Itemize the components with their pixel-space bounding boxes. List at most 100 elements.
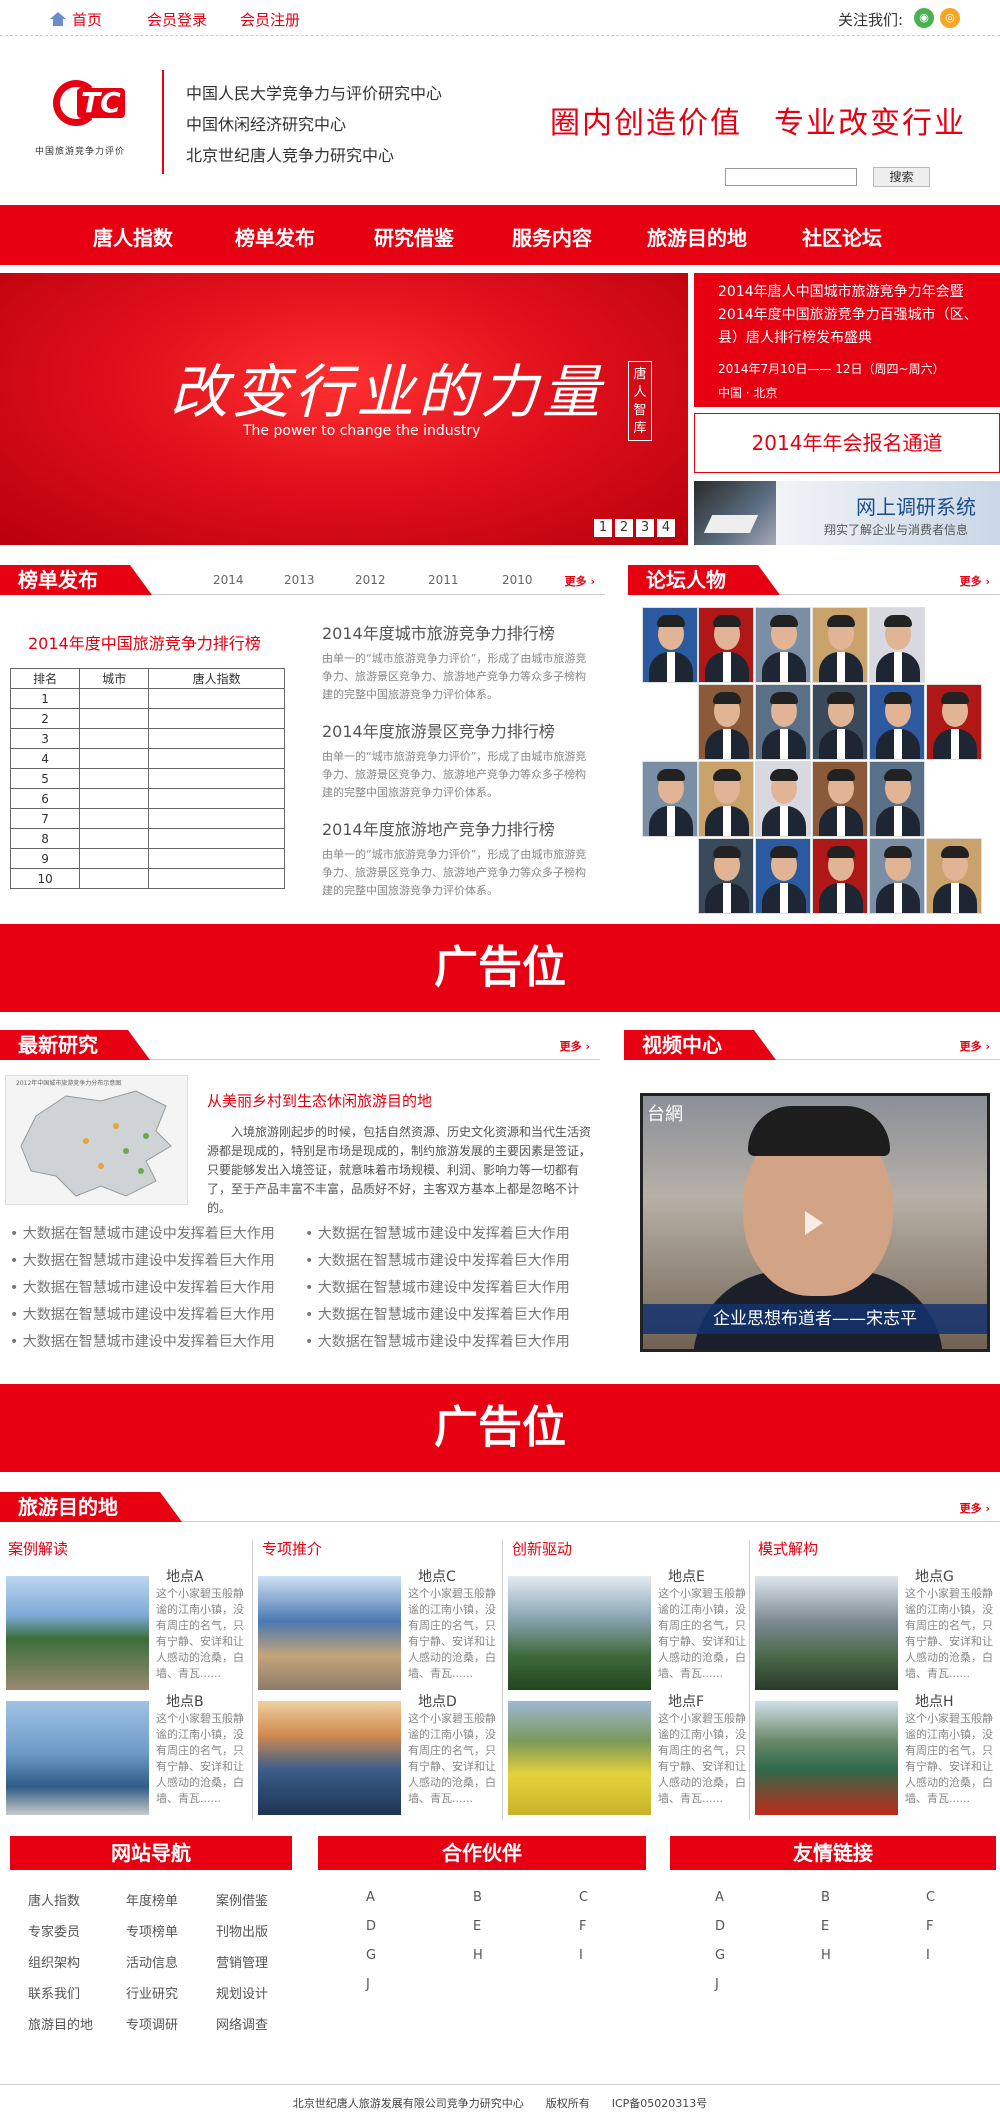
forum-person-photo[interactable] [926,684,982,760]
rankings-more-link[interactable]: 更多 › [565,573,595,589]
ranking-list-item[interactable]: 2014年度旅游地产竞争力排行榜 由单一的“城市旅游竞争力评价”，形成了由城市旅… [322,816,592,900]
site-nav-link[interactable]: 行业研究 [126,1983,178,2002]
partner-link[interactable]: H [473,1948,483,1963]
forum-person-photo[interactable] [869,607,925,683]
list-item[interactable]: • 大数据在智慧城市建设中发挥着巨大作用 [305,1275,570,1302]
partner-link[interactable]: B [473,1890,482,1905]
destination-name[interactable]: 地点A [166,1566,204,1586]
friend-link[interactable]: G [715,1948,725,1963]
destination-name[interactable]: 地点D [418,1691,457,1711]
list-item[interactable]: • 大数据在智慧城市建设中发挥着巨大作用 [10,1275,275,1302]
list-item[interactable]: • 大数据在智慧城市建设中发挥着巨大作用 [305,1302,570,1329]
partner-link[interactable]: E [473,1919,481,1934]
weibo-icon[interactable]: ◎ [940,8,960,28]
destination-photo[interactable] [508,1701,651,1815]
site-nav-link[interactable]: 专家委员 [28,1921,80,1940]
partner-link[interactable]: A [366,1890,375,1905]
wechat-icon[interactable]: ◉ [914,8,934,28]
banner-page-3[interactable]: 3 [636,519,654,537]
banner-page-4[interactable]: 4 [657,519,675,537]
friend-link[interactable]: H [821,1948,831,1963]
research-map-image[interactable]: 2012年中国城市旅游竞争力分布示意图 [5,1075,188,1205]
forum-person-photo[interactable] [642,607,698,683]
partner-link[interactable]: F [579,1919,586,1934]
destination-name[interactable]: 地点G [915,1566,954,1586]
home-link[interactable]: 首页 [50,9,102,30]
forum-person-photo[interactable] [755,607,811,683]
site-nav-link[interactable]: 唐人指数 [28,1890,80,1909]
list-item[interactable]: • 大数据在智慧城市建设中发挥着巨大作用 [10,1329,275,1356]
destination-photo[interactable] [755,1576,898,1690]
list-item[interactable]: • 大数据在智慧城市建设中发挥着巨大作用 [305,1248,570,1275]
ranking-list-title[interactable]: 2014年度旅游地产竞争力排行榜 [322,816,592,840]
destination-name[interactable]: 地点E [668,1566,705,1586]
category-model[interactable]: 模式解构 [758,1538,818,1559]
ad-banner[interactable]: 广告位 [0,924,1000,1012]
destination-name[interactable]: 地点H [915,1691,954,1711]
partner-link[interactable]: I [579,1948,583,1963]
destination-photo[interactable] [258,1576,401,1690]
forum-person-photo[interactable] [812,607,868,683]
play-icon[interactable] [805,1211,823,1235]
site-nav-link[interactable]: 刊物出版 [216,1921,268,1940]
forum-person-photo[interactable] [642,761,698,837]
nav-item-destinations[interactable]: 旅游目的地 [647,222,747,251]
site-nav-link[interactable]: 案例借鉴 [216,1890,268,1909]
forum-person-photo[interactable] [755,761,811,837]
destination-name[interactable]: 地点F [668,1691,704,1711]
ranking-list-item[interactable]: 2014年度城市旅游竞争力排行榜 由单一的“城市旅游竞争力评价”，形成了由城市旅… [322,620,592,704]
ad-banner[interactable]: 广告位 [0,1384,1000,1472]
nav-item-index[interactable]: 唐人指数 [93,222,173,251]
site-nav-link[interactable]: 营销管理 [216,1952,268,1971]
nav-item-forum[interactable]: 社区论坛 [802,222,882,251]
friend-link[interactable]: C [926,1890,935,1905]
site-nav-link[interactable]: 旅游目的地 [28,2014,93,2033]
friend-link[interactable]: I [926,1948,930,1963]
forum-person-photo[interactable] [755,838,811,914]
banner-page-1[interactable]: 1 [594,519,612,537]
friend-link[interactable]: B [821,1890,830,1905]
partner-link[interactable]: G [366,1948,376,1963]
forum-person-photo[interactable] [698,761,754,837]
site-nav-link[interactable]: 专项榜单 [126,1921,178,1940]
forum-person-photo[interactable] [869,838,925,914]
friend-link[interactable]: E [821,1919,829,1934]
forum-more-link[interactable]: 更多 › [960,573,990,589]
video-more-link[interactable]: 更多 › [960,1038,990,1054]
year-tab-2013[interactable]: 2013 [284,573,315,587]
forum-person-photo[interactable] [812,684,868,760]
category-special-promo[interactable]: 专项推介 [262,1538,322,1559]
year-tab-2012[interactable]: 2012 [355,573,386,587]
video-player[interactable]: 台網 企业思想布道者——宋志平 [640,1093,990,1352]
destinations-more-link[interactable]: 更多 › [960,1500,990,1516]
destination-photo[interactable] [6,1701,149,1815]
destination-name[interactable]: 地点C [418,1566,456,1586]
destination-photo[interactable] [755,1701,898,1815]
member-register-link[interactable]: 会员注册 [240,9,300,30]
register-channel-button[interactable]: 2014年年会报名通道 [694,413,1000,473]
forum-person-photo[interactable] [698,684,754,760]
research-more-link[interactable]: 更多 › [560,1038,590,1054]
forum-person-photo[interactable] [869,761,925,837]
list-item[interactable]: • 大数据在智慧城市建设中发挥着巨大作用 [305,1221,570,1248]
site-nav-link[interactable]: 联系我们 [28,1983,80,2002]
destination-photo[interactable] [508,1576,651,1690]
hero-banner[interactable]: 改变行业的力量 The power to change the industry… [0,273,688,545]
ranking-list-title[interactable]: 2014年度旅游景区竞争力排行榜 [322,718,592,742]
nav-item-services[interactable]: 服务内容 [512,222,592,251]
survey-banner[interactable]: 网上调研系统 翔实了解企业与消费者信息 [694,481,1000,545]
list-item[interactable]: • 大数据在智慧城市建设中发挥着巨大作用 [10,1248,275,1275]
forum-person-photo[interactable] [812,838,868,914]
partner-link[interactable]: C [579,1890,588,1905]
list-item[interactable]: • 大数据在智慧城市建设中发挥着巨大作用 [10,1221,275,1248]
friend-link[interactable]: J [715,1977,719,1992]
research-article-title[interactable]: 从美丽乡村到生态休闲旅游目的地 [207,1090,432,1111]
forum-person-photo[interactable] [926,838,982,914]
forum-person-photo[interactable] [698,838,754,914]
forum-person-photo[interactable] [755,684,811,760]
nav-item-rankings[interactable]: 榜单发布 [235,222,315,251]
friend-link[interactable]: D [715,1919,725,1934]
site-nav-link[interactable]: 组织架构 [28,1952,80,1971]
category-case-study[interactable]: 案例解读 [8,1538,68,1559]
search-button[interactable]: 搜索 [873,167,930,187]
